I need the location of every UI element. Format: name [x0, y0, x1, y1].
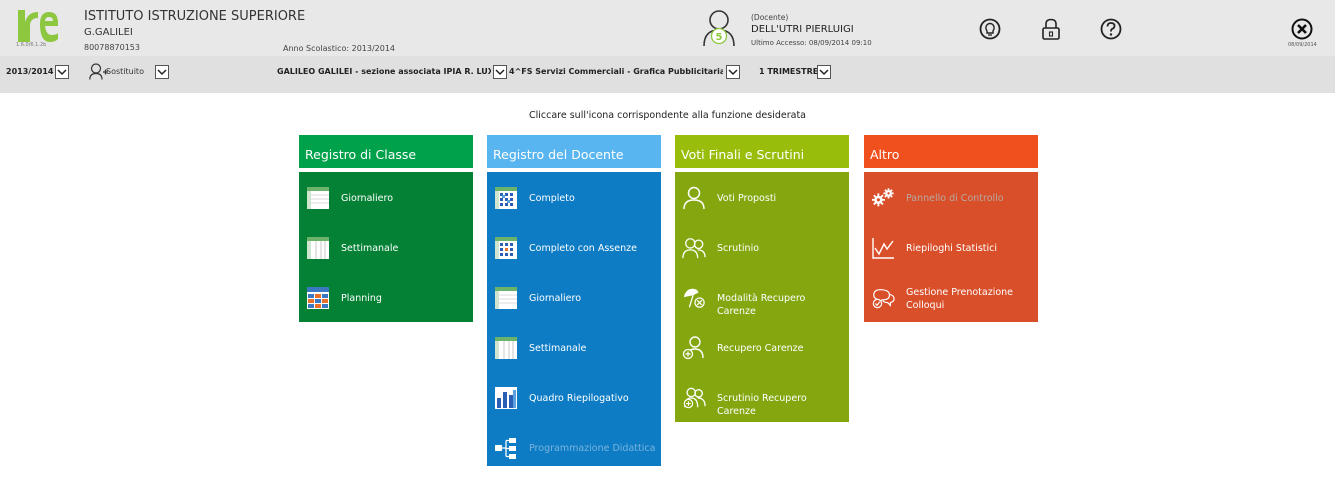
menu-item-label: Completo — [529, 193, 575, 204]
column-title: Registro di Classe — [299, 135, 473, 168]
substitute-select-value[interactable]: Sostituito — [106, 67, 144, 76]
lock-icon[interactable] — [1040, 18, 1062, 40]
user-avatar-icon[interactable]: 5 — [702, 9, 736, 47]
menu-item-label: Quadro Riepilogativo — [529, 393, 629, 404]
hierarchy-icon — [495, 438, 516, 459]
menu-item-giornaliero[interactable]: Giornaliero — [487, 286, 661, 336]
menu-item-label: Voti Proposti — [717, 193, 777, 204]
menu-item-gestione-colloqui[interactable]: Gestione Prenotazione Colloqui — [864, 286, 1038, 336]
chevron-down-icon — [157, 68, 167, 75]
school-short-name: G.GALILEI — [84, 27, 133, 38]
school-select-value[interactable]: GALILEO GALILEI - sezione associata IPIA… — [277, 67, 491, 76]
menu-item-programmazione-didattica: Programmazione Didattica — [487, 436, 661, 486]
column-body: Completo Completo con Assenze Giornalier… — [487, 172, 661, 466]
menu-item-label: Scrutinio Recupero Carenze — [717, 393, 807, 417]
menu-item-label: Riepiloghi Statistici — [906, 243, 998, 254]
bar-chart-icon — [495, 387, 517, 409]
chevron-down-icon — [495, 68, 505, 75]
menu-item-modalita-recupero[interactable]: Modalità Recupero Carenze — [675, 286, 849, 336]
user-role: (Docente) — [751, 13, 789, 22]
class-dropdown-button[interactable] — [726, 65, 740, 79]
person-icon — [683, 186, 705, 210]
substitute-dropdown-button[interactable] — [155, 65, 169, 79]
planning-grid-icon — [307, 287, 329, 309]
menu-item-planning[interactable]: Planning — [299, 286, 473, 336]
column-body: Pannello di Controllo Riepiloghi Statist… — [864, 172, 1038, 322]
menu-item-label: Programmazione Didattica — [529, 443, 656, 454]
instruction-text: Cliccare sull'icona corrispondente alla … — [528, 110, 807, 121]
class-select-value[interactable]: 4^FS Servizi Commerciali - Grafica Pubbl… — [509, 67, 723, 76]
close-date: 08/09/2014 — [1288, 42, 1317, 48]
menu-item-label: Settimanale — [341, 243, 399, 254]
menu-item-label: Recupero Carenze — [717, 343, 804, 354]
school-name: ISTITUTO ISTRUZIONE SUPERIORE — [84, 9, 306, 24]
daily-grid-icon — [495, 287, 517, 309]
school-code: 80078870153 — [84, 43, 140, 52]
umbrella-cancel-icon — [683, 288, 705, 308]
menu-item-label: Giornaliero — [529, 293, 582, 304]
re-logo — [18, 10, 58, 42]
version-label: 1.6.0/6.1.2b — [16, 42, 47, 48]
menu-item-label: Modalità Recupero Carenze — [717, 293, 806, 317]
last-access: Ultimo Accesso: 08/09/2014 09:10 — [751, 39, 872, 47]
column-title: Altro — [864, 135, 1038, 168]
menu-item-scrutinio-recupero[interactable]: Scrutinio Recupero Carenze — [675, 386, 849, 436]
top-header: 1.6.0/6.1.2b ISTITUTO ISTRUZIONE SUPERIO… — [0, 0, 1335, 56]
year-dropdown-button[interactable] — [55, 65, 69, 79]
menu-item-recupero-carenze[interactable]: Recupero Carenze — [675, 336, 849, 386]
weekly-grid-icon — [307, 237, 329, 259]
school-dropdown-button[interactable] — [493, 65, 507, 79]
menu-item-pannello-controllo: Pannello di Controllo — [864, 186, 1038, 236]
column-voti-scrutini: Voti Finali e Scrutini Voti Proposti Scr… — [675, 135, 849, 422]
daily-grid-icon — [307, 187, 329, 209]
chat-bubbles-icon — [872, 289, 895, 309]
menu-item-label: Planning — [341, 293, 382, 304]
user-name: DELL'UTRI PIERLUIGI — [751, 24, 854, 35]
gears-icon — [871, 188, 894, 207]
group-icon — [682, 238, 706, 259]
column-altro: Altro Pannello di Controllo Riepiloghi S… — [864, 135, 1038, 322]
column-title: Registro del Docente — [487, 135, 661, 168]
complete-absences-grid-icon — [495, 237, 517, 259]
menu-item-voti-proposti[interactable]: Voti Proposti — [675, 186, 849, 236]
person-plus-icon — [682, 336, 704, 360]
menu-item-scrutinio[interactable]: Scrutinio — [675, 236, 849, 286]
complete-grid-icon — [495, 187, 517, 209]
period-dropdown-button[interactable] — [817, 65, 831, 79]
menu-item-completo-assenze[interactable]: Completo con Assenze — [487, 236, 661, 286]
weekly-grid-icon — [495, 337, 517, 359]
lightbulb-icon[interactable] — [979, 18, 1001, 40]
column-body: Giornaliero Settimanale Planning — [299, 172, 473, 322]
menu-item-giornaliero[interactable]: Giornaliero — [299, 186, 473, 236]
menu-item-label: Pannello di Controllo — [906, 193, 1004, 204]
column-registro-classe: Registro di Classe Giornaliero Settimana… — [299, 135, 473, 322]
menu-item-label: Gestione Prenotazione Colloqui — [906, 287, 1014, 311]
chevron-down-icon — [57, 68, 67, 75]
menu-item-label: Giornaliero — [341, 193, 394, 204]
column-body: Voti Proposti Scrutinio Modalità Recuper… — [675, 172, 849, 422]
school-year: Anno Scolastico: 2013/2014 — [283, 44, 396, 53]
menu-item-riepiloghi-statistici[interactable]: Riepiloghi Statistici — [864, 236, 1038, 286]
line-chart-icon — [872, 238, 894, 259]
menu-item-completo[interactable]: Completo — [487, 186, 661, 236]
chevron-down-icon — [728, 68, 738, 75]
group-plus-icon — [683, 387, 706, 409]
notification-count: 5 — [716, 32, 723, 43]
period-select-value[interactable]: 1 TRIMESTRE — [759, 67, 818, 76]
close-icon[interactable] — [1291, 18, 1313, 40]
menu-item-settimanale[interactable]: Settimanale — [299, 236, 473, 286]
menu-item-quadro-riepilogativo[interactable]: Quadro Riepilogativo — [487, 386, 661, 436]
menu-item-settimanale[interactable]: Settimanale — [487, 336, 661, 386]
menu-item-label: Completo con Assenze — [529, 243, 637, 254]
column-registro-docente: Registro del Docente Completo Completo c… — [487, 135, 661, 466]
year-select-value[interactable]: 2013/2014 — [6, 67, 53, 76]
chevron-down-icon — [819, 68, 829, 75]
menu-item-label: Settimanale — [529, 343, 587, 354]
column-title: Voti Finali e Scrutini — [675, 135, 849, 168]
menu-item-label: Scrutinio — [717, 243, 760, 254]
help-icon[interactable] — [1100, 18, 1122, 40]
